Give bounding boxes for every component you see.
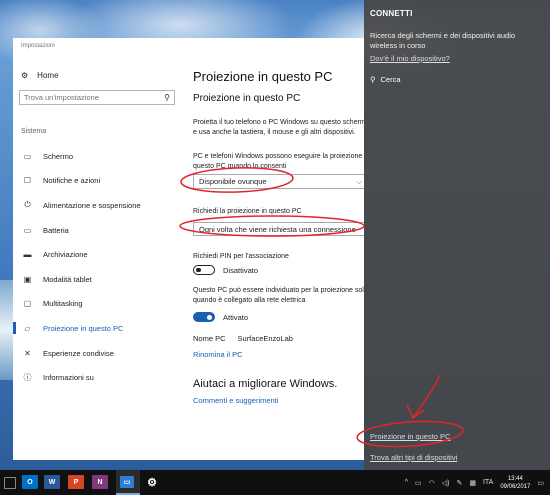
nav-item-label: Batteria bbox=[43, 225, 69, 235]
search-input[interactable] bbox=[24, 93, 154, 102]
system-tray: ^ ▭ ◠ ◁) ✎ ▦ ITA 13:44 09/06/2017 ▭ bbox=[405, 470, 550, 495]
powerpoint-icon[interactable]: P bbox=[68, 475, 84, 489]
request-dropdown[interactable]: Ogni volta che viene richiesta una conne… bbox=[193, 222, 364, 236]
shared-experiences-icon: ✕ bbox=[24, 348, 31, 358]
nav-item-label: Multitasking bbox=[43, 299, 83, 309]
settings-gear-icon[interactable]: ⚙ bbox=[144, 475, 160, 489]
keyboard-icon[interactable]: ▦ bbox=[469, 479, 476, 487]
nav-item-alimentazione[interactable]: ⏻ Alimentazione e sospensione bbox=[13, 193, 183, 218]
battery-tray-icon[interactable]: ▭ bbox=[415, 479, 422, 487]
rename-pc-link[interactable]: Rinomina il PC bbox=[193, 350, 243, 359]
nav-item-label: Proiezione in questo PC bbox=[43, 323, 124, 333]
storage-icon: ▬ bbox=[23, 250, 32, 260]
connect-search-label: Cerca bbox=[380, 75, 401, 84]
powerpoint-label: P bbox=[73, 478, 79, 486]
battery-icon: ▭ bbox=[23, 225, 32, 235]
search-icon[interactable]: ⚲ bbox=[164, 93, 170, 102]
availability-dropdown[interactable]: Disponibile ovunque ⌵ bbox=[193, 174, 364, 189]
nav-item-archiviazione[interactable]: ▬ Archiviazione bbox=[13, 242, 183, 267]
gear-icon: ⚙ bbox=[21, 71, 29, 80]
taskbar: O W P N ▭ ⚙ ^ ▭ ◠ ◁) ✎ ▦ ITA 13:44 09/06… bbox=[0, 470, 550, 495]
pin-toggle-row: Disattivato bbox=[193, 265, 258, 275]
power-toggle[interactable] bbox=[193, 312, 215, 322]
projection-icon: ▱ bbox=[24, 323, 31, 333]
wifi-icon[interactable]: ◠ bbox=[429, 479, 435, 487]
settings-search[interactable]: ⚲ bbox=[19, 90, 175, 105]
nav-item-notifiche[interactable]: ☐ Notifiche e azioni bbox=[13, 169, 183, 194]
find-other-devices-link[interactable]: Trova altri tipi di dispositivi bbox=[370, 453, 457, 462]
help-title: Aiutaci a migliorare Windows. bbox=[193, 378, 338, 390]
page-title: Proiezione in questo PC bbox=[193, 69, 333, 84]
clock-date: 09/06/2017 bbox=[500, 483, 531, 490]
nav-item-schermo[interactable]: ▭ Schermo bbox=[13, 144, 183, 169]
language-indicator[interactable]: ITA bbox=[483, 479, 493, 486]
nav-item-informazioni[interactable]: ⓘ Informazioni su bbox=[13, 365, 183, 390]
availability-label: PC e telefoni Windows possono eseguire l… bbox=[193, 153, 364, 170]
notifications-icon: ☐ bbox=[23, 176, 32, 186]
pc-name-value: SurfaceEnzoLab bbox=[237, 334, 293, 343]
connect-panel: CONNETTI Ricerca degli schermi e dei dis… bbox=[364, 0, 550, 470]
availability-value: Disponibile ovunque bbox=[199, 177, 267, 186]
pc-name-row: Nome PC SurfaceEnzoLab bbox=[193, 334, 293, 343]
section-heading: Sistema bbox=[21, 128, 47, 135]
nav-item-label: Notifiche e azioni bbox=[43, 176, 101, 186]
search-icon: ⚲ bbox=[370, 75, 376, 84]
chevron-up-icon[interactable]: ^ bbox=[405, 479, 408, 486]
request-label: Richiedi la proiezione in questo PC bbox=[193, 208, 302, 215]
pin-toggle[interactable] bbox=[193, 265, 215, 275]
clock[interactable]: 13:44 09/06/2017 bbox=[500, 475, 530, 491]
nav-item-label: Archiviazione bbox=[43, 250, 88, 260]
project-to-pc-link[interactable]: Proiezione in questo PC bbox=[370, 432, 450, 441]
nav-item-label: Modalità tablet bbox=[43, 274, 92, 284]
nav-item-esperienze[interactable]: ✕ Esperienze condivise bbox=[13, 341, 183, 366]
info-icon: ⓘ bbox=[23, 373, 32, 383]
intro-text: Proietta il tuo telefono o PC Windows su… bbox=[193, 119, 364, 136]
connect-title: CONNETTI bbox=[370, 9, 413, 18]
power-toggle-row: Attivato bbox=[193, 312, 248, 322]
feedback-link[interactable]: Commenti e suggerimenti bbox=[193, 396, 278, 405]
section-title: Proiezione in questo PC bbox=[193, 93, 301, 104]
where-is-device-link[interactable]: Dov'è il mio dispositivo? bbox=[370, 54, 450, 63]
connect-app-icon: ▭ bbox=[120, 476, 134, 488]
request-value: Ogni volta che viene richiesta una conne… bbox=[199, 225, 356, 234]
word-label: W bbox=[48, 478, 56, 486]
nav-item-batteria[interactable]: ▭ Batteria bbox=[13, 218, 183, 243]
task-view-icon[interactable] bbox=[4, 477, 16, 489]
pin-label: Richiedi PIN per l'associazione bbox=[193, 253, 289, 260]
action-center-icon[interactable]: ▭ bbox=[537, 479, 544, 487]
tablet-icon: ▣ bbox=[23, 274, 32, 284]
nav-item-label: Informazioni su bbox=[43, 373, 94, 383]
onenote-icon[interactable]: N bbox=[92, 475, 108, 489]
connect-description: Ricerca degli schermi e dei dispositivi … bbox=[370, 31, 516, 50]
nav-item-tablet[interactable]: ▣ Modalità tablet bbox=[13, 267, 183, 292]
pen-icon[interactable]: ✎ bbox=[456, 479, 462, 487]
nav-item-label: Alimentazione e sospensione bbox=[43, 200, 141, 210]
onenote-label: N bbox=[97, 478, 103, 486]
pc-name-label: Nome PC bbox=[193, 334, 226, 343]
multitasking-icon: ▢ bbox=[23, 299, 32, 309]
volume-icon[interactable]: ◁) bbox=[442, 479, 450, 487]
chevron-down-icon: ⌵ bbox=[356, 176, 362, 186]
nav-home[interactable]: ⚙ Home bbox=[21, 71, 59, 80]
power-icon: ⏻ bbox=[24, 200, 31, 210]
nav-item-multitasking[interactable]: ▢ Multitasking bbox=[13, 292, 183, 317]
nav-item-label: Schermo bbox=[43, 151, 74, 161]
window-title: Impostazioni bbox=[21, 43, 55, 49]
nav-list: ▭ Schermo ☐ Notifiche e azioni ⏻ Aliment… bbox=[13, 144, 183, 390]
word-icon[interactable]: W bbox=[44, 475, 60, 489]
connect-search-button[interactable]: ⚲ Cerca bbox=[370, 75, 401, 84]
power-state: Attivato bbox=[223, 312, 249, 322]
power-label: Questo PC può essere individuato per la … bbox=[193, 287, 364, 304]
outlook-icon[interactable]: O bbox=[22, 475, 38, 489]
clock-time: 13:44 bbox=[507, 475, 523, 482]
nav-item-proiezione[interactable]: ▱ Proiezione in questo PC bbox=[13, 316, 183, 341]
connect-app-active[interactable]: ▭ bbox=[116, 470, 140, 495]
nav-item-label: Esperienze condivise bbox=[43, 348, 114, 358]
monitor-icon: ▭ bbox=[23, 151, 32, 161]
settings-window: Impostazioni ⚙ Home ⚲ Sistema ▭ Schermo … bbox=[13, 38, 364, 460]
pin-state: Disattivato bbox=[223, 265, 259, 275]
outlook-label: O bbox=[27, 478, 33, 486]
nav-home-label: Home bbox=[37, 71, 59, 80]
